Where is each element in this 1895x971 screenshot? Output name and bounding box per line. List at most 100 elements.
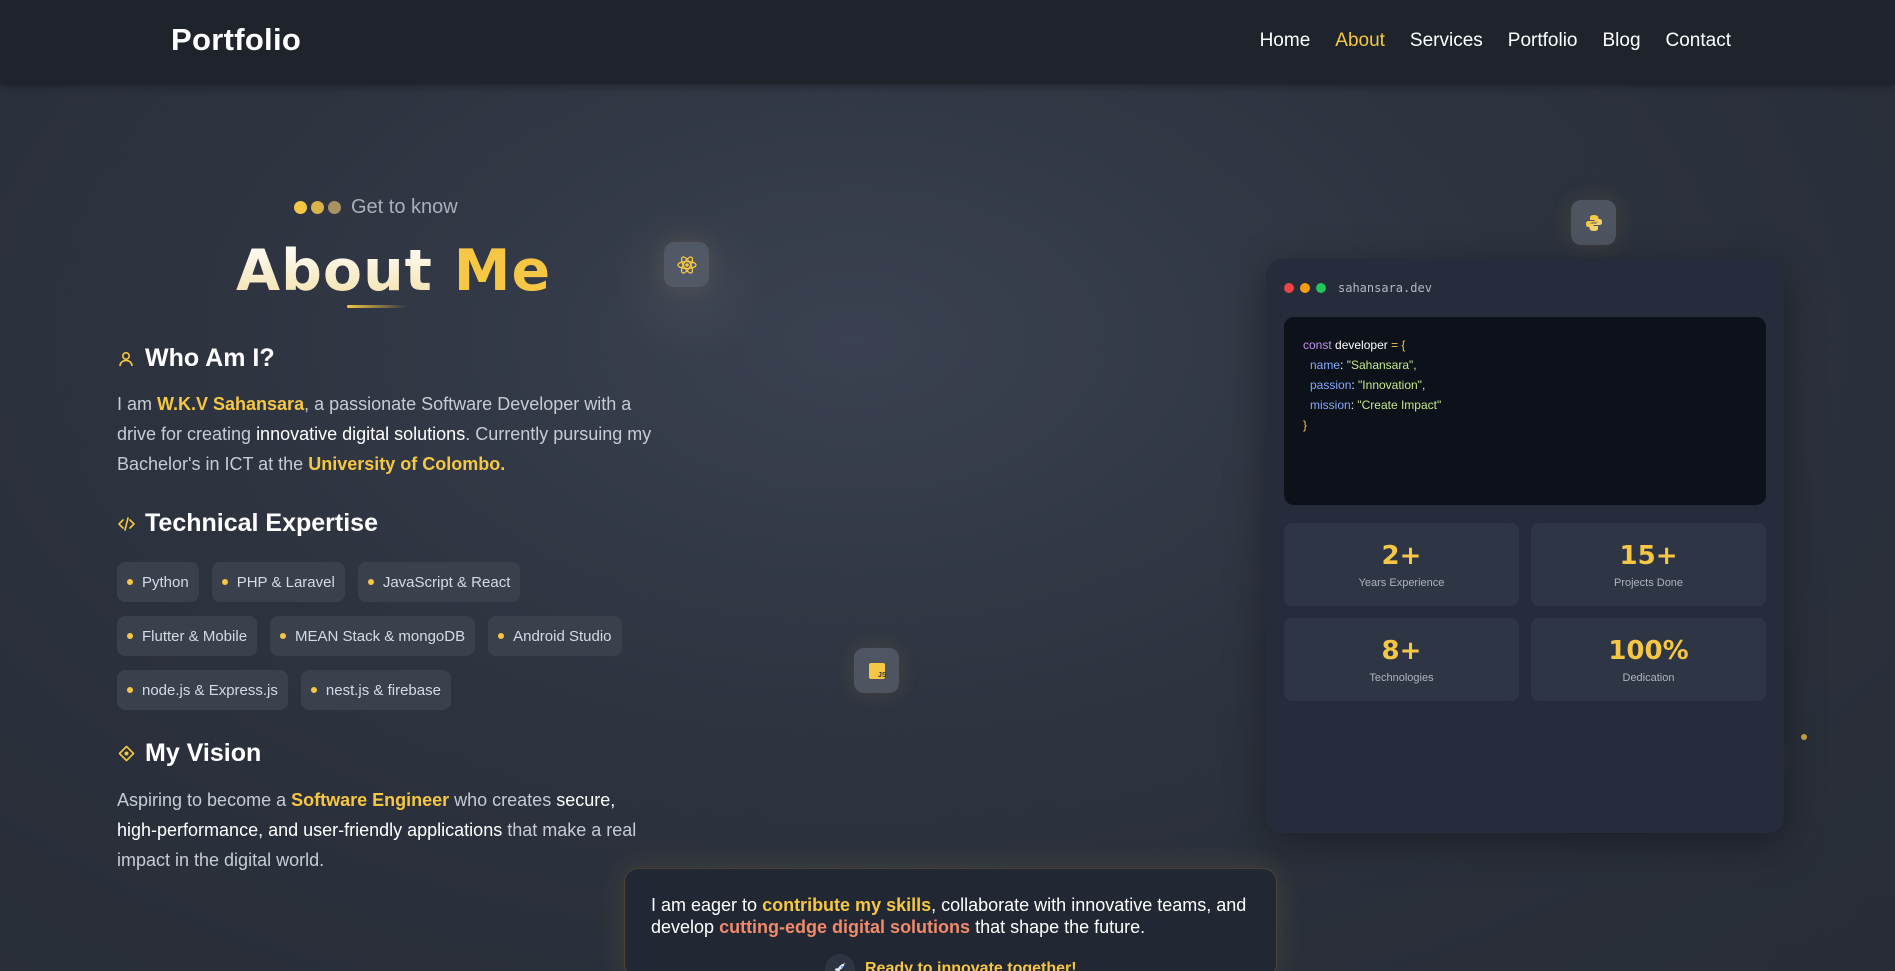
chip-dot: [280, 633, 287, 639]
section-kicker: Get to know: [294, 196, 458, 219]
code-line: mission: "Create Impact": [1310, 398, 1442, 412]
callout-highlight: contribute my skills: [762, 895, 932, 915]
rocket-icon: [825, 954, 855, 971]
stat-label: Dedication: [1622, 672, 1675, 684]
code-icon: [117, 515, 135, 533]
code-variable: developer: [1335, 338, 1388, 352]
nav-portfolio[interactable]: Portfolio: [1508, 30, 1578, 52]
window-close-dot: [1284, 283, 1294, 293]
chip-dot: [367, 579, 374, 585]
stat-value: 2+: [1381, 541, 1422, 571]
skill-chip: nest.js & firebase: [300, 670, 451, 710]
svg-text:JS: JS: [878, 672, 886, 679]
stat-label: Projects Done: [1613, 577, 1684, 589]
who-university: University of Colombo.: [308, 454, 506, 474]
chip-row: node.js & Express.js nest.js & firebase: [117, 670, 677, 710]
callout-footer: Ready to innovate together!: [825, 954, 1077, 971]
card-titlebar: sahansara.dev: [1284, 281, 1432, 295]
site-logo[interactable]: Portfolio: [171, 22, 301, 58]
code-prop: passion: [1310, 378, 1352, 392]
react-icon: [664, 242, 709, 287]
skill-label: PHP & Laravel: [236, 573, 335, 591]
nav-about[interactable]: About: [1335, 30, 1385, 52]
python-icon: [1571, 200, 1616, 245]
cta-callout: I am eager to contribute my skills, coll…: [624, 868, 1277, 971]
skill-chip: node.js & Express.js: [117, 670, 288, 710]
skill-chip: MEAN Stack & mongoDB: [270, 616, 476, 656]
stat-value: 100%: [1608, 636, 1689, 666]
chip-dot: [127, 687, 133, 693]
code-line: }: [1303, 415, 1747, 435]
target-icon: [117, 745, 135, 763]
title-word-2: Me: [453, 238, 552, 304]
decor-dot: [1801, 734, 1807, 740]
code-line: passion: "Innovation",: [1310, 378, 1426, 392]
callout-cta[interactable]: Ready to innovate together!: [865, 960, 1077, 971]
chip-dot: [498, 633, 505, 639]
skill-label: JavaScript & React: [382, 573, 511, 591]
chip-dot: [127, 579, 133, 585]
top-nav: Portfolio Home About Services Portfolio …: [0, 0, 1895, 84]
skill-label: nest.js & firebase: [325, 681, 441, 699]
expertise-heading-text: Technical Expertise: [145, 509, 378, 537]
stat-value: 15+: [1619, 541, 1678, 571]
stat-card: 2+ Years Experience: [1284, 523, 1519, 606]
chip-dot: [310, 687, 317, 693]
window-minimize-dot: [1300, 283, 1310, 293]
callout-text: I am eager to contribute my skills, coll…: [651, 894, 1271, 938]
kicker-text: Get to know: [351, 196, 458, 218]
title-underline: [347, 305, 407, 308]
skill-label: node.js & Express.js: [142, 681, 278, 699]
skill-chip: Android Studio: [488, 616, 622, 656]
nav-links: Home About Services Portfolio Blog Conta…: [1260, 30, 1731, 52]
code-block: const developer = { name: "Sahansara", p…: [1284, 317, 1766, 505]
kicker-dots: [294, 201, 341, 214]
stat-card: 100% Dedication: [1531, 618, 1766, 701]
stat-card: 15+ Projects Done: [1531, 523, 1766, 606]
stat-label: Technologies: [1369, 672, 1434, 684]
code-string: "Innovation",: [1358, 378, 1426, 392]
code-punct: = {: [1387, 338, 1406, 352]
vision-heading: My Vision: [117, 739, 261, 768]
page-title: About Me: [236, 238, 551, 304]
stat-label: Years Experience: [1358, 577, 1445, 589]
code-string: "Sahansara",: [1346, 358, 1417, 372]
user-icon: [117, 350, 135, 368]
callout-segment: that shape the future.: [970, 917, 1146, 937]
nav-blog[interactable]: Blog: [1602, 30, 1640, 52]
code-prop: mission: [1310, 398, 1351, 412]
card-domain: sahansara.dev: [1338, 281, 1432, 295]
skill-label: MEAN Stack & mongoDB: [295, 627, 466, 645]
who-paragraph: I am W.K.V Sahansara, a passionate Softw…: [117, 389, 657, 479]
skill-chip: Flutter & Mobile: [117, 616, 258, 656]
vision-paragraph: Aspiring to become a Software Engineer w…: [117, 785, 657, 875]
nav-contact[interactable]: Contact: [1666, 30, 1731, 52]
code-prop: name: [1310, 358, 1341, 372]
js-icon: JS: [854, 648, 899, 693]
code-string: "Create Impact": [1357, 398, 1442, 412]
who-emphasis: innovative digital solutions: [256, 424, 466, 444]
skill-chip: Python: [117, 562, 199, 602]
nav-services[interactable]: Services: [1410, 30, 1483, 52]
window-maximize-dot: [1316, 283, 1326, 293]
who-name: W.K.V Sahansara: [157, 394, 305, 414]
nav-home[interactable]: Home: [1260, 30, 1311, 52]
skill-label: Flutter & Mobile: [142, 627, 248, 645]
who-text: I am: [117, 394, 158, 414]
callout-segment: I am eager to: [651, 895, 763, 915]
vision-text: who creates: [449, 790, 557, 810]
code-keyword: const: [1303, 338, 1332, 352]
code-line: const developer = {: [1303, 335, 1747, 355]
skill-label: Python: [142, 573, 189, 591]
chip-dot: [127, 633, 133, 639]
who-heading-text: Who Am I?: [145, 344, 275, 372]
skill-chip: PHP & Laravel: [211, 562, 345, 602]
vision-text: Aspiring to become a: [117, 790, 292, 810]
expertise-heading: Technical Expertise: [117, 509, 378, 538]
vision-role: Software Engineer: [291, 790, 450, 810]
vision-heading-text: My Vision: [145, 739, 262, 767]
skill-chips: Python PHP & Laravel JavaScript & React …: [117, 562, 677, 724]
chip-row: Flutter & Mobile MEAN Stack & mongoDB An…: [117, 616, 677, 656]
code-punct: }: [1303, 418, 1308, 432]
stat-value: 8+: [1381, 636, 1422, 666]
